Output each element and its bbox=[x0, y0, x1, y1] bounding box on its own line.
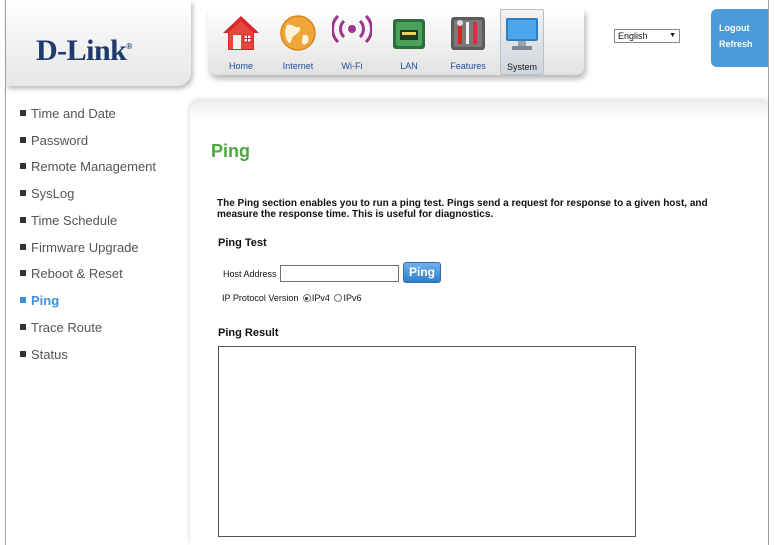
ip-protocol-label: IP Protocol Version bbox=[222, 293, 299, 303]
language-value: English bbox=[618, 31, 648, 41]
logo-text: D-Link bbox=[36, 34, 127, 67]
bullet-icon bbox=[20, 217, 26, 223]
sidebar-item-label: Reboot & Reset bbox=[31, 266, 123, 281]
chevron-down-icon: ▼ bbox=[669, 32, 676, 39]
sidebar-item-reboot-reset[interactable]: Reboot & Reset bbox=[20, 266, 123, 282]
lan-icon bbox=[393, 19, 425, 49]
nav-label-wifi: Wi-Fi bbox=[341, 61, 363, 71]
sidebar-item-password[interactable]: Password bbox=[20, 133, 88, 149]
bullet-icon bbox=[20, 137, 26, 143]
monitor-icon bbox=[506, 18, 538, 50]
ip-protocol-row: IP Protocol Version IPv4 IPv6 bbox=[222, 293, 361, 303]
sidebar-item-label: Ping bbox=[31, 293, 60, 308]
sidebar-item-time-schedule[interactable]: Time Schedule bbox=[20, 213, 117, 229]
bullet-icon bbox=[20, 163, 26, 169]
sidebar-item-remote-management[interactable]: Remote Management bbox=[20, 159, 156, 175]
globe-icon bbox=[280, 15, 316, 51]
ping-test-heading: Ping Test bbox=[218, 237, 267, 249]
sidebar-item-label: Password bbox=[31, 133, 89, 148]
frame-border-right bbox=[768, 0, 769, 545]
sidebar-item-firmware-upgrade[interactable]: Firmware Upgrade bbox=[20, 240, 139, 256]
logo-registered-mark: ® bbox=[126, 42, 132, 51]
logout-link[interactable]: Logout bbox=[719, 23, 750, 33]
sidebar-item-label: Trace Route bbox=[31, 320, 103, 335]
account-panel: Logout Refresh bbox=[711, 9, 768, 67]
sidebar-item-label: Remote Management bbox=[31, 159, 157, 174]
ipv4-radio[interactable] bbox=[302, 294, 311, 302]
sidebar-item-time-and-date[interactable]: Time and Date bbox=[20, 106, 116, 122]
sidebar-item-syslog[interactable]: SysLog bbox=[20, 186, 74, 202]
bullet-icon bbox=[20, 244, 26, 250]
ping-result-heading: Ping Result bbox=[218, 327, 279, 339]
language-select[interactable]: English ▼ bbox=[614, 29, 680, 43]
bullet-icon bbox=[20, 190, 26, 196]
nav-system[interactable]: System bbox=[500, 9, 544, 75]
sidebar-item-status[interactable]: Status bbox=[20, 347, 68, 363]
dlink-logo: D-Link® bbox=[36, 34, 132, 68]
sidebar-item-label: Time Schedule bbox=[31, 213, 118, 228]
sidebar-item-ping[interactable]: Ping bbox=[20, 293, 59, 309]
page-description: The Ping section enables you to run a pi… bbox=[217, 198, 708, 220]
nav-label-lan: LAN bbox=[400, 61, 418, 71]
sidebar-item-label: Firmware Upgrade bbox=[31, 240, 139, 255]
ipv6-label: IPv6 bbox=[343, 293, 362, 303]
host-address-label: Host Address bbox=[223, 269, 277, 279]
bullet-icon bbox=[20, 351, 26, 357]
host-address-input[interactable] bbox=[280, 265, 399, 282]
sidebar-item-label: Status bbox=[31, 347, 68, 362]
nav-features[interactable]: Features bbox=[445, 9, 491, 75]
nav-label-features: Features bbox=[450, 61, 486, 71]
nav-label-internet: Internet bbox=[282, 61, 314, 71]
nav-label-home: Home bbox=[228, 61, 253, 71]
bullet-icon bbox=[20, 270, 26, 276]
sidebar-item-trace-route[interactable]: Trace Route bbox=[20, 320, 102, 336]
logo-panel: D-Link® bbox=[6, 0, 191, 86]
sidebar-item-label: Time and Date bbox=[31, 106, 116, 121]
sidebar-item-label: SysLog bbox=[31, 186, 75, 201]
ping-result-textarea[interactable] bbox=[218, 346, 636, 537]
nav-label-system: System bbox=[506, 62, 537, 72]
nav-lan[interactable]: LAN bbox=[388, 9, 430, 75]
nav-wifi[interactable]: Wi-Fi bbox=[331, 9, 373, 75]
ping-button[interactable]: Ping bbox=[403, 262, 441, 283]
page-title: Ping bbox=[211, 141, 250, 161]
tools-icon bbox=[451, 17, 485, 50]
nav-home[interactable]: Home bbox=[218, 9, 264, 75]
ipv6-radio[interactable] bbox=[334, 294, 343, 302]
ipv4-label: IPv4 bbox=[311, 293, 330, 303]
top-nav: Home Internet Wi-Fi LAN Features System bbox=[208, 9, 584, 75]
home-icon bbox=[223, 16, 259, 50]
wifi-icon bbox=[332, 14, 372, 44]
refresh-link[interactable]: Refresh bbox=[719, 39, 753, 49]
content-panel-shade bbox=[190, 101, 768, 119]
bullet-icon bbox=[20, 324, 26, 330]
nav-internet[interactable]: Internet bbox=[276, 9, 320, 75]
bullet-icon bbox=[20, 297, 26, 303]
bullet-icon bbox=[20, 110, 26, 116]
